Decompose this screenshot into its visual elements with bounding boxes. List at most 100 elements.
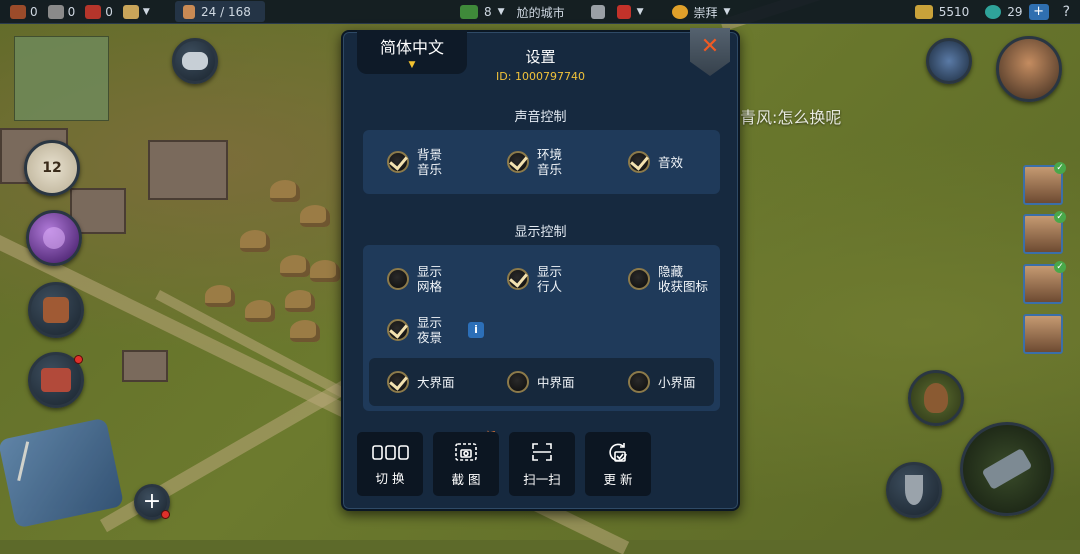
sound-section-title: 声音控制	[514, 110, 567, 125]
update-button[interactable]: 更 新	[585, 432, 651, 496]
buildings-dropdown[interactable]: ▼	[122, 4, 150, 19]
checkbox[interactable]	[387, 151, 409, 173]
checkbox[interactable]	[628, 268, 650, 290]
scan-label: 扫一扫	[523, 471, 561, 487]
hero-portrait-3[interactable]: ✓	[1023, 261, 1066, 304]
backpack-button[interactable]	[28, 282, 84, 338]
check-icon: ✓	[1054, 261, 1066, 273]
flower-icon	[616, 5, 631, 19]
wood-icon	[10, 4, 26, 19]
option-label: 大界面	[417, 374, 455, 390]
checkbox[interactable]	[628, 151, 650, 173]
option-bg-music[interactable]: 背景 音乐	[387, 147, 442, 177]
chevron-down-icon[interactable]: ▼	[724, 7, 731, 17]
plus-icon: +	[142, 489, 162, 514]
option-label-line2: 夜景	[417, 330, 443, 345]
add-button[interactable]: +	[134, 484, 170, 520]
update-icon	[609, 442, 627, 462]
scan-button[interactable]: 扫一扫	[509, 432, 575, 496]
hammer-icon	[981, 447, 1033, 491]
market-button[interactable]	[28, 352, 84, 408]
info-icon[interactable]: i	[468, 322, 485, 338]
chevron-down-icon[interactable]: ▼	[637, 7, 644, 17]
hero-portrait-2[interactable]: ✓	[1023, 211, 1066, 254]
option-show-grid[interactable]: 显示 网格	[387, 264, 442, 294]
radio[interactable]	[507, 371, 529, 393]
hero-portrait-4[interactable]	[1023, 314, 1063, 354]
check-icon: ✓	[1054, 211, 1066, 223]
option-medium-ui[interactable]: 中界面	[507, 371, 575, 393]
close-button[interactable]: ✕	[690, 28, 730, 76]
option-label-line2: 音乐	[417, 162, 443, 177]
radio[interactable]	[628, 371, 650, 393]
close-icon: ✕	[700, 34, 720, 59]
build-hammer-button[interactable]	[960, 422, 1054, 516]
worship-label[interactable]: 崇拜	[694, 4, 718, 21]
player-id: ID: 1000797740	[496, 70, 585, 83]
world-button[interactable]	[926, 38, 972, 84]
option-label-line1: 显示	[417, 264, 443, 279]
chat-button[interactable]	[172, 38, 218, 84]
scan-icon	[532, 442, 552, 461]
brick-icon	[85, 4, 102, 19]
stone-count: 0	[67, 4, 76, 19]
option-label-line2: 行人	[537, 279, 563, 294]
city-name[interactable]: 尬的城市	[517, 4, 565, 21]
checkbox[interactable]	[507, 151, 529, 173]
gem-icon	[985, 5, 1002, 19]
stone-icon	[47, 4, 64, 19]
option-label: 音效	[658, 154, 684, 170]
minimap[interactable]	[14, 36, 109, 121]
sun-icon	[671, 5, 688, 19]
switch-button[interactable]: 切 换	[357, 432, 423, 496]
option-label-line2: 网格	[417, 279, 443, 294]
sack-icon	[924, 383, 948, 413]
option-large-ui[interactable]: 大界面	[387, 371, 455, 393]
sound-panel: 背景 音乐 环境 音乐 音效	[363, 130, 720, 194]
compass-icon	[17, 441, 50, 486]
update-label: 更 新	[603, 471, 633, 487]
currency-bar: 5510 29 + ?	[914, 0, 1070, 24]
feather-icon	[590, 5, 605, 19]
display-section-title: 显示控制	[514, 225, 567, 240]
chat-message: 青风:怎么换呢	[740, 108, 842, 127]
display-panel: 显示 网格 显示 行人 隐藏 收获图标 显示 夜景 i 大界面 中界面 小界面	[363, 245, 720, 411]
shovel-icon	[905, 475, 923, 505]
hero-portrait-1[interactable]: ✓	[1023, 162, 1066, 205]
screenshot-label: 截 图	[451, 471, 481, 487]
calendar-button[interactable]: 12	[24, 140, 80, 196]
option-label-line1: 环境	[537, 147, 563, 162]
option-sound-effects[interactable]: 音效	[628, 151, 683, 173]
magic-orb-button[interactable]	[26, 210, 82, 266]
gold-icon	[914, 5, 933, 19]
option-show-pedestrians[interactable]: 显示 行人	[507, 264, 562, 294]
market-cart-icon	[41, 368, 71, 392]
option-label-line2: 音乐	[537, 162, 563, 177]
brick-count: 0	[105, 4, 113, 19]
option-ambient-music[interactable]: 环境 音乐	[507, 147, 562, 177]
option-label-line1: 隐藏	[658, 264, 684, 279]
chevron-down-icon[interactable]: ▼	[498, 7, 505, 17]
switch-icon	[372, 444, 409, 460]
checkbox[interactable]	[387, 319, 409, 341]
radio[interactable]	[387, 371, 409, 393]
help-icon[interactable]: ?	[1063, 4, 1070, 20]
option-hide-harvest-icons[interactable]: 隐藏 收获图标	[628, 264, 708, 294]
option-label-line1: 显示	[537, 264, 563, 279]
checkbox[interactable]	[387, 268, 409, 290]
chevron-down-icon: ▼	[142, 6, 150, 17]
gold-count: 5510	[938, 5, 970, 19]
option-small-ui[interactable]: 小界面	[628, 371, 696, 393]
shovel-button[interactable]	[886, 462, 942, 518]
brick-resource: 0	[85, 4, 113, 19]
settings-dialog: 简体中文 ▼ 设置 ID: 1000797740 ✕ 声音控制 背景 音乐 环境音…	[341, 28, 740, 511]
resource-sack-button[interactable]	[908, 370, 964, 426]
advisor-portrait[interactable]	[996, 36, 1062, 102]
screenshot-button[interactable]: 截 图	[433, 432, 499, 496]
screenshot-icon	[455, 442, 477, 461]
speech-bubble-icon	[182, 52, 208, 70]
checkbox[interactable]	[507, 268, 529, 290]
buy-gems-button[interactable]: +	[1028, 4, 1049, 20]
option-show-night[interactable]: 显示 夜景 i	[387, 315, 485, 345]
population-value: 24 / 168	[201, 4, 251, 19]
